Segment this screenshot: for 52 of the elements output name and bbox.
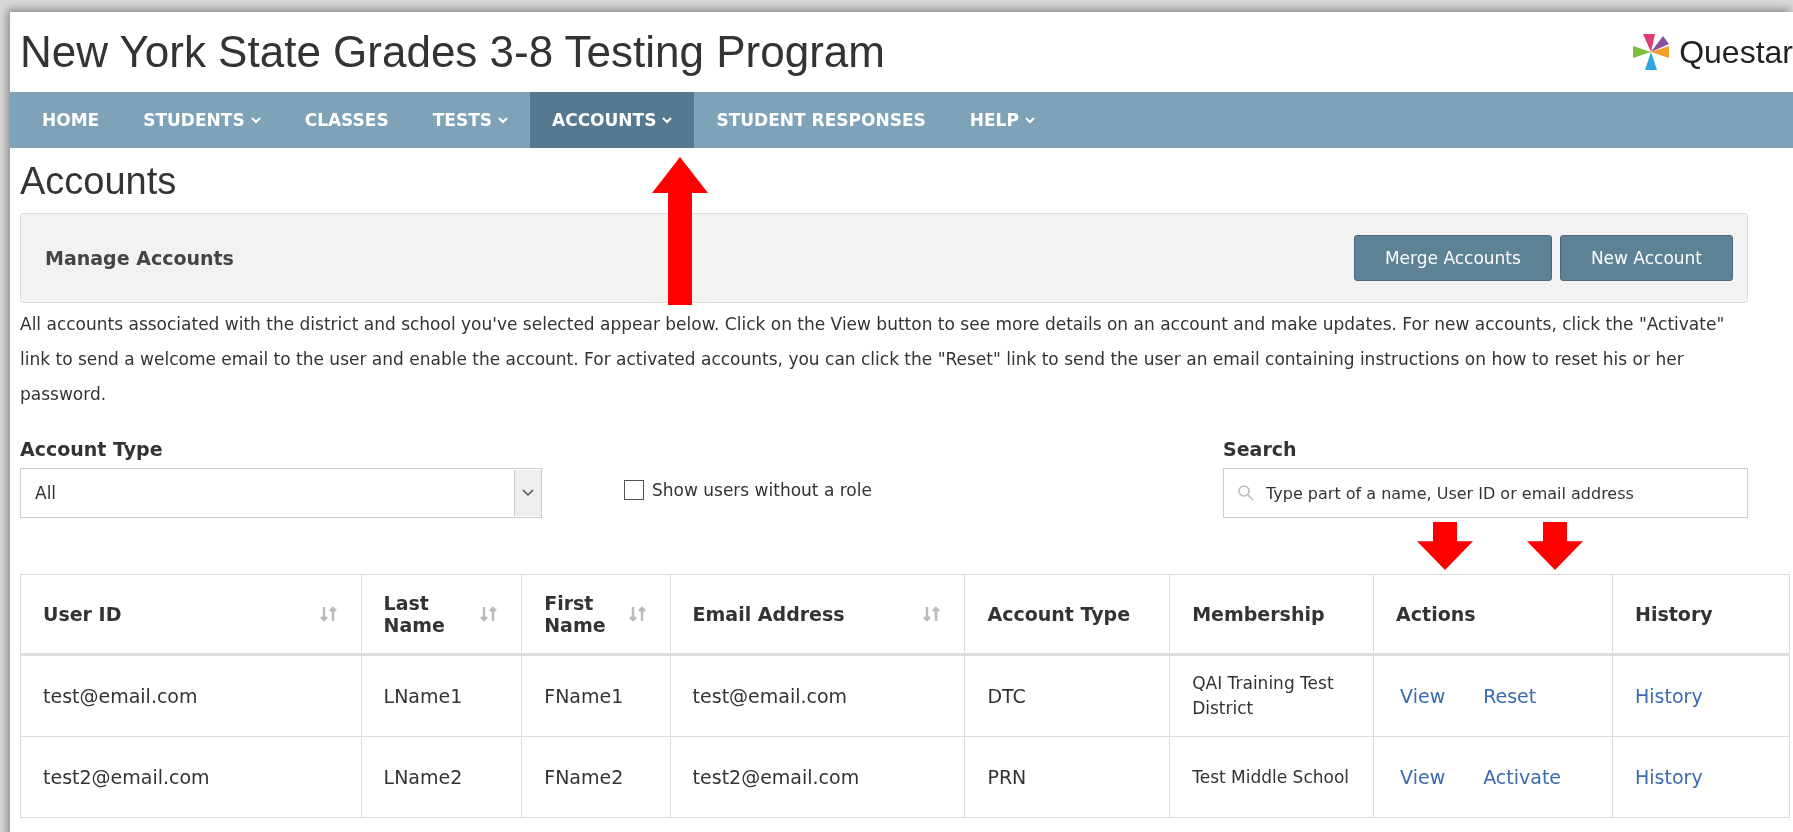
table-cell: test2@email.com: [692, 765, 860, 788]
field-label: Account Type: [20, 438, 164, 460]
description-text: All accounts associated with the district and school you've selected appear below. Click on the View button to see more details on an account and make updates. For new accounts, click the "Activate" link to send a welcome email to the user and enable the account. For activated accounts, you can click the "Reset" link to send the user an email containing instructions on how to reset his or her password.: [20, 313, 1726, 406]
nav-tab[interactable]: HELP: [947, 92, 1057, 148]
nav-tab[interactable]: STUDENT RESPONSES: [694, 92, 948, 148]
search-field[interactable]: Type part of a name, User ID or email address: [1223, 468, 1748, 518]
checkbox[interactable]: [624, 480, 644, 500]
table-cell: LName2: [383, 765, 463, 788]
column-header: Actions: [1396, 603, 1476, 625]
table-cell: FName2: [544, 765, 624, 788]
column-header: History: [1635, 603, 1713, 625]
sort-icon[interactable]: [627, 605, 648, 623]
checkbox-label: Show users without a role: [652, 480, 872, 500]
column-header: User ID: [43, 603, 122, 625]
column-header: Membership: [1192, 603, 1325, 625]
account-type-select[interactable]: All: [20, 468, 542, 518]
table-cell: FName1: [544, 684, 624, 707]
table-cell: QAI Training Test District: [1192, 673, 1334, 718]
caret-icon: [522, 489, 534, 497]
sort-icon[interactable]: [318, 605, 339, 623]
nav-tab[interactable]: CLASSES: [282, 92, 411, 148]
logo-text[interactable]: Questar: [1679, 33, 1793, 71]
table-cell: LName1: [383, 684, 463, 707]
table-cell: Test Middle School: [1192, 766, 1350, 787]
column-header: Last Name: [383, 592, 444, 636]
nav-tab[interactable]: ACCOUNTS: [530, 92, 695, 148]
nav-tab[interactable]: HOME: [20, 92, 122, 148]
action-link[interactable]: View: [1400, 764, 1446, 790]
panel-button[interactable]: New Account: [1559, 235, 1733, 281]
column-header: First Name: [544, 592, 605, 636]
table-cell: test@email.com: [692, 684, 848, 707]
action-link[interactable]: View: [1400, 683, 1446, 709]
column-header: Account Type: [987, 603, 1131, 625]
history-link[interactable]: History: [1635, 684, 1703, 707]
field-label: Search: [1223, 438, 1298, 460]
table-cell: test@email.com: [43, 684, 198, 707]
search-icon: [1237, 484, 1255, 502]
annotation-arrow: [1527, 522, 1583, 570]
page-title: Accounts: [20, 160, 178, 203]
annotation-arrow: [1417, 522, 1473, 570]
action-link[interactable]: Activate: [1483, 764, 1562, 790]
table-cell: PRN: [987, 765, 1027, 788]
history-link[interactable]: History: [1635, 765, 1703, 788]
panel-title: Manage Accounts: [45, 247, 234, 269]
action-link[interactable]: Reset: [1483, 683, 1537, 709]
column-header: Email Address: [692, 603, 845, 625]
nav-tab[interactable]: TESTS: [410, 92, 530, 148]
table-cell: DTC: [987, 684, 1026, 707]
table-cell: test2@email.com: [43, 765, 210, 788]
site-title: New York State Grades 3-8 Testing Program: [20, 27, 885, 77]
panel-button[interactable]: Merge Accounts: [1353, 235, 1552, 281]
nav-tab[interactable]: STUDENTS: [121, 92, 283, 148]
